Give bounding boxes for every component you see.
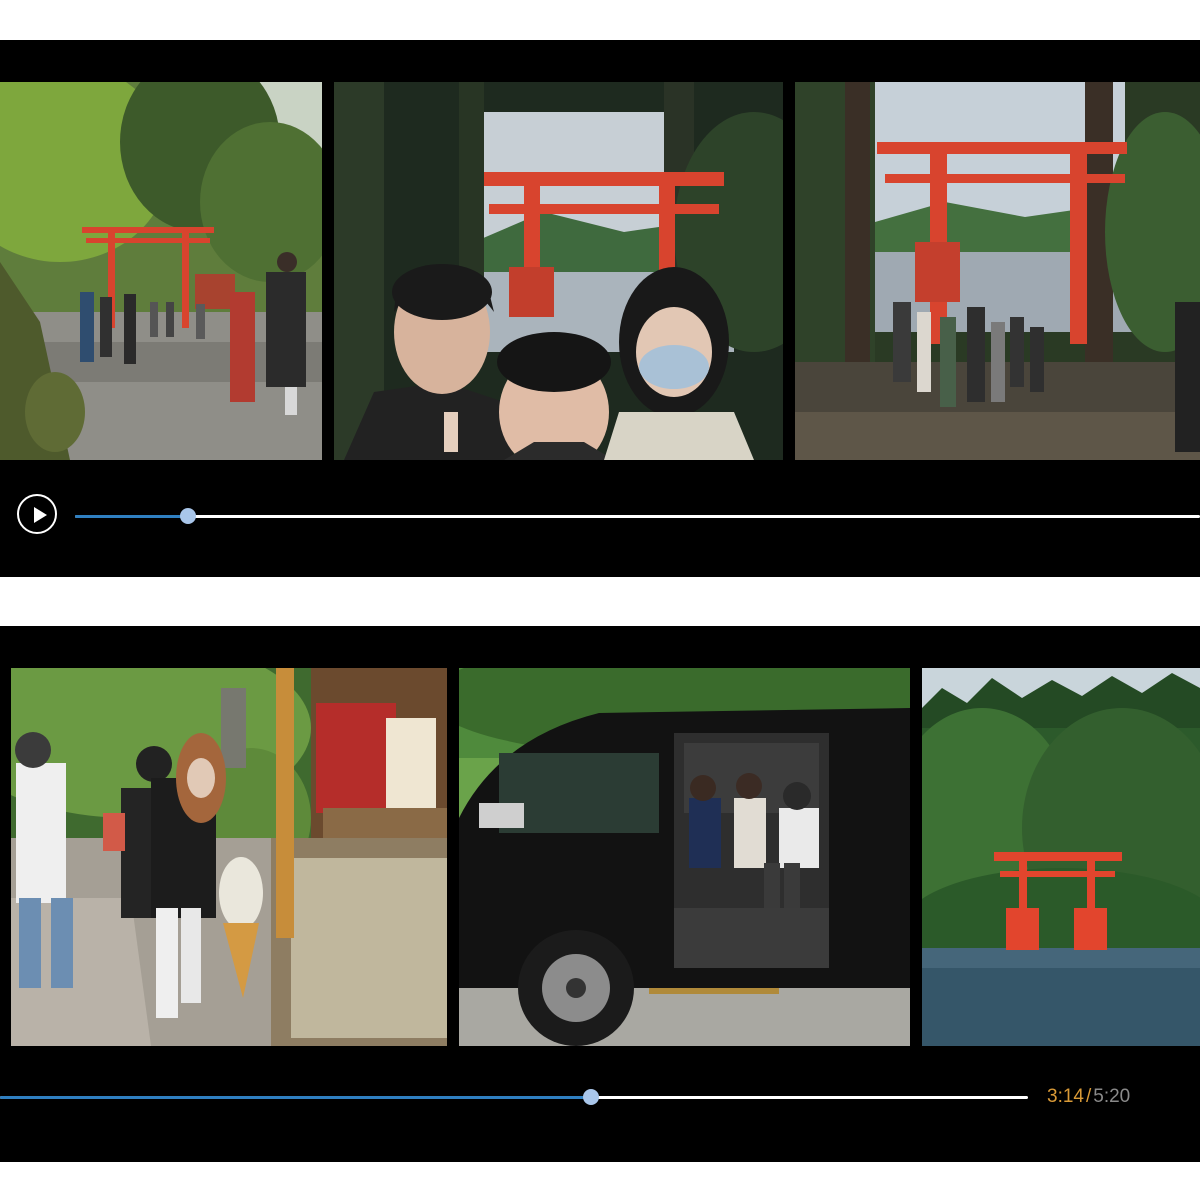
total-duration: 5:20 [1093, 1086, 1131, 1107]
video-thumbnail-crowd-lakeside-torii [795, 82, 1200, 460]
progress-knob-bottom[interactable] [583, 1089, 600, 1105]
video-player-bottom: 3:14/5:20 [0, 626, 1200, 1162]
play-button[interactable] [17, 494, 57, 534]
video-thumbnail-torii-in-lake [922, 668, 1200, 1046]
timecode: 3:14/5:20 [1047, 1086, 1130, 1108]
video-player-top [0, 40, 1200, 577]
progress-knob-top[interactable] [179, 508, 196, 524]
current-time: 3:14 [1047, 1086, 1084, 1107]
video-thumbnail-ice-cream-shop [11, 668, 447, 1046]
progress-fill-top [75, 515, 188, 518]
time-separator: / [1085, 1086, 1092, 1107]
progress-bar-bottom[interactable] [0, 1089, 1028, 1105]
play-icon [34, 507, 47, 523]
video-thumbnail-selfie-torii-lake [334, 82, 783, 460]
video-thumbnail-torii-forest-path [0, 82, 322, 460]
progress-fill-bottom [0, 1096, 592, 1099]
video-thumbnail-black-van [459, 668, 910, 1046]
progress-bar-top[interactable] [75, 508, 1200, 524]
